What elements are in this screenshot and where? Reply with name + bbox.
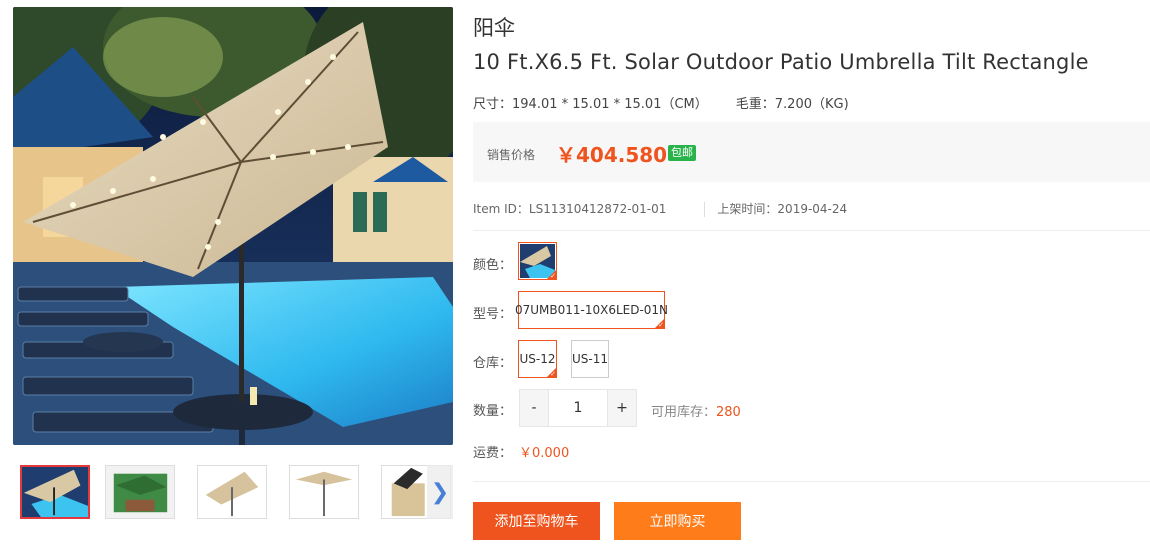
stock-label: 可用库存： bbox=[651, 405, 717, 420]
item-id-value: LS11310412872-01-01 bbox=[528, 202, 667, 216]
price-label: 销售价格 bbox=[487, 148, 536, 162]
quantity-input[interactable] bbox=[549, 389, 607, 427]
quantity-increase-button[interactable]: + bbox=[607, 389, 637, 427]
size-value: 194.01 * 15.01 * 15.01（CM） bbox=[512, 97, 708, 112]
add-to-cart-button[interactable]: 添加至购物车 bbox=[473, 502, 600, 540]
listed-label: 上架时间： bbox=[717, 202, 778, 216]
model-label: 型号： bbox=[473, 307, 513, 322]
divider bbox=[473, 230, 1150, 231]
check-icon: ✓ bbox=[550, 272, 556, 280]
check-icon: ✓ bbox=[550, 370, 556, 378]
price-box: 销售价格 ￥404.580 包邮 bbox=[473, 122, 1150, 182]
warehouse-label: 仓库： bbox=[473, 356, 513, 371]
stock-value: 280 bbox=[716, 405, 741, 420]
stock-info: 可用库存：280 bbox=[651, 401, 741, 420]
thumbnail-3[interactable] bbox=[197, 465, 267, 519]
price-value: ￥404.580 bbox=[556, 143, 668, 167]
product-title: 10 Ft.X6.5 Ft. Solar Outdoor Patio Umbre… bbox=[473, 50, 1089, 74]
listed-date: 2019-04-24 bbox=[777, 202, 848, 216]
weight-label: 毛重： bbox=[735, 97, 775, 112]
spec-line: 尺寸：194.01 * 15.01 * 15.01（CM） 毛重：7.200（KG… bbox=[473, 93, 849, 112]
color-label: 颜色： bbox=[473, 258, 513, 273]
free-shipping-badge: 包邮 bbox=[668, 145, 696, 161]
thumbnail-strip: ❯ bbox=[13, 465, 453, 523]
divider bbox=[473, 481, 1150, 482]
shipping-label: 运费： bbox=[473, 446, 513, 461]
thumbnail-2[interactable] bbox=[105, 465, 175, 519]
category-title: 阳伞 bbox=[473, 16, 515, 40]
warehouse-option-label: US-12 bbox=[519, 352, 556, 366]
color-option[interactable]: ✓ bbox=[518, 242, 557, 280]
quantity-label: 数量： bbox=[473, 404, 513, 419]
weight-value: 7.200（KG) bbox=[774, 97, 849, 112]
thumbnail-1[interactable] bbox=[20, 465, 90, 519]
model-value: 07UMB011-10X6LED-01N bbox=[514, 303, 669, 317]
warehouse-option-us-11[interactable]: US-11 bbox=[571, 340, 609, 378]
buy-now-button[interactable]: 立即购买 bbox=[614, 502, 741, 540]
size-label: 尺寸： bbox=[473, 97, 513, 112]
quantity-decrease-button[interactable]: - bbox=[519, 389, 549, 427]
meta-line: Item ID：LS11310412872-01-01 上架时间：2019-04-… bbox=[473, 200, 847, 217]
item-id-label: Item ID： bbox=[473, 202, 529, 216]
chevron-right-icon[interactable]: ❯ bbox=[427, 465, 453, 519]
warehouse-option-us-12[interactable]: US-12 ✓ bbox=[518, 340, 557, 378]
main-product-image bbox=[13, 7, 453, 445]
model-option[interactable]: 07UMB011-10X6LED-01N ✓ bbox=[514, 291, 669, 329]
warehouse-option-label: US-11 bbox=[572, 352, 608, 366]
shipping-value: ￥0.000 bbox=[519, 446, 570, 461]
thumbnail-4[interactable] bbox=[289, 465, 359, 519]
check-icon: ✓ bbox=[658, 321, 664, 329]
meta-divider bbox=[704, 202, 706, 217]
